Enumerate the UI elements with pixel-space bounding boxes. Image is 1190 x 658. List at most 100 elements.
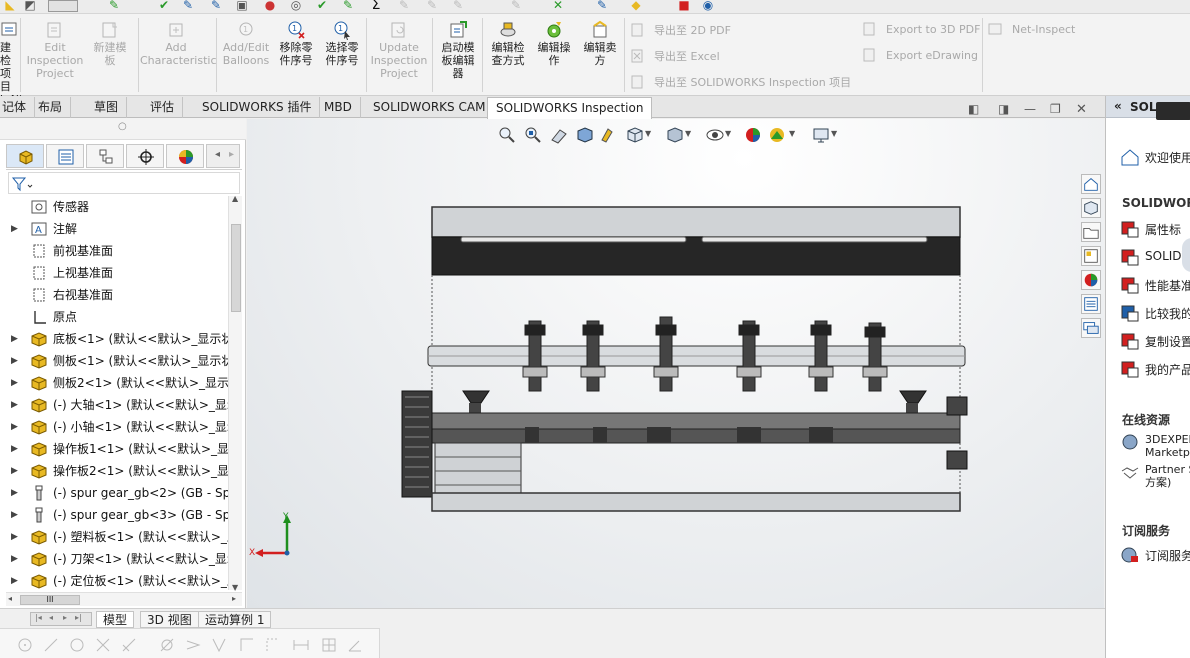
edit-inspection-project-button[interactable]: Edit Inspection Project bbox=[26, 18, 84, 80]
close-icon[interactable]: ✕ bbox=[1076, 102, 1087, 117]
tab-solidworks-addins[interactable]: SOLIDWORKS 插件 bbox=[194, 97, 321, 118]
partial-toolbar-icon[interactable]: ✎ bbox=[508, 0, 524, 12]
expand-arrow-icon[interactable]: ▶ bbox=[11, 416, 18, 438]
expand-arrow-icon[interactable]: ▶ bbox=[11, 218, 18, 240]
tab-3d-views[interactable]: 3D 视图 bbox=[140, 611, 199, 628]
tab-mbd[interactable]: MBD bbox=[316, 97, 361, 118]
mirror-tool-icon[interactable] bbox=[184, 636, 202, 654]
tab-scroll-buttons[interactable]: |◂ ◂ ▸ ▸| bbox=[30, 612, 92, 626]
next-tab-icon[interactable]: ▸ bbox=[63, 613, 67, 622]
first-tab-icon[interactable]: |◂ bbox=[35, 613, 42, 622]
export-3d-pdf-button[interactable]: Export to 3D PDF bbox=[862, 22, 980, 36]
partial-toolbar-icon[interactable]: ◣ bbox=[2, 0, 18, 12]
tab-property-manager[interactable] bbox=[46, 144, 84, 168]
tab-feature-manager[interactable] bbox=[6, 144, 44, 168]
tab-layout[interactable]: 布局 bbox=[30, 97, 72, 118]
dropdown-arrow-icon[interactable]: ▼ bbox=[645, 129, 651, 138]
custom-properties-icon[interactable] bbox=[1081, 294, 1101, 314]
tree-item[interactable]: ▶ (-) 塑料板<1> (默认<<默认>_显 bbox=[0, 526, 240, 548]
partial-toolbar-icon[interactable]: ◉ bbox=[700, 0, 716, 12]
tree-vertical-scrollbar[interactable]: ▲ ▼ bbox=[228, 194, 242, 592]
expand-arrow-icon[interactable]: ▶ bbox=[11, 460, 18, 482]
export-excel-button[interactable]: 导出至 Excel bbox=[630, 48, 720, 64]
export-edrawing-button[interactable]: Export eDrawing bbox=[862, 48, 978, 62]
dropdown-arrow-icon[interactable]: ▼ bbox=[725, 129, 731, 138]
scroll-down-icon[interactable]: ▼ bbox=[232, 583, 238, 592]
display-style-icon[interactable] bbox=[665, 125, 685, 145]
tree-horizontal-scrollbar[interactable]: ◂ III ▸ bbox=[6, 592, 242, 606]
dimension-tool-icon[interactable] bbox=[292, 636, 310, 654]
tab-evaluate[interactable]: 评估 bbox=[142, 97, 184, 118]
partial-toolbar-icon[interactable]: ✎ bbox=[208, 0, 224, 12]
export-2d-pdf-button[interactable]: 导出至 2D PDF bbox=[630, 22, 731, 38]
tree-item[interactable]: 传感器 bbox=[0, 196, 240, 218]
angle-tool-icon[interactable] bbox=[346, 636, 364, 654]
convert-tool-icon[interactable] bbox=[210, 636, 228, 654]
zoom-to-fit-icon[interactable] bbox=[497, 125, 517, 145]
last-tab-icon[interactable]: ▸| bbox=[75, 613, 82, 622]
circle-tool-icon[interactable] bbox=[16, 636, 34, 654]
expand-arrow-icon[interactable]: ▶ bbox=[11, 372, 18, 394]
collapse-pane-icon[interactable]: « bbox=[1114, 99, 1122, 113]
tab-model[interactable]: 模型 bbox=[96, 611, 135, 628]
partial-toolbar-icon[interactable]: ✕ bbox=[550, 0, 566, 12]
prev-tab-icon[interactable]: ◂ bbox=[49, 613, 53, 622]
dropdown-arrow-icon[interactable]: ▼ bbox=[831, 129, 837, 138]
minimize-icon[interactable]: — bbox=[1024, 102, 1036, 116]
scroll-left-icon[interactable]: ◂ bbox=[8, 594, 12, 603]
partial-toolbar-icon[interactable]: ▣ bbox=[234, 0, 250, 12]
panel-splitter[interactable]: ○ bbox=[0, 118, 246, 140]
assembly-model-view[interactable] bbox=[397, 201, 969, 513]
edit-vendor-button[interactable]: 编辑卖 方 bbox=[578, 18, 622, 67]
expand-arrow-icon[interactable]: ▶ bbox=[11, 526, 18, 548]
tab-solidworks-cam[interactable]: SOLIDWORKS CAM bbox=[365, 97, 495, 118]
tree-item[interactable]: ▶ (-) spur gear_gb<3> (GB - Sp bbox=[0, 504, 240, 526]
tree-item[interactable]: ▶ (-) spur gear_gb<2> (GB - Sp bbox=[0, 482, 240, 504]
partial-toolbar-icon[interactable]: ✎ bbox=[450, 0, 466, 12]
expand-arrow-icon[interactable]: ▶ bbox=[11, 548, 18, 570]
add-characteristic-button[interactable]: Add Characteristic bbox=[140, 18, 217, 67]
graphics-area[interactable]: ▼ ▼ ▼ ▼ ▼ Y X bbox=[247, 119, 1104, 608]
pane-scroll-bubble[interactable] bbox=[1182, 238, 1190, 272]
launch-template-editor-button[interactable]: 启动模 板编辑 器 bbox=[436, 18, 480, 80]
slant-line-icon[interactable] bbox=[120, 636, 138, 654]
edit-inspection-method-button[interactable]: 编辑检 查方式 bbox=[486, 18, 530, 67]
restore-icon[interactable]: ❐ bbox=[1050, 102, 1061, 116]
partial-toolbar-icon[interactable]: ✎ bbox=[340, 0, 356, 12]
tree-item[interactable]: ▶ 操作板1<1> (默认<<默认>_显示 bbox=[0, 438, 240, 460]
previous-view-icon[interactable] bbox=[549, 125, 569, 145]
tile-right-icon[interactable]: ◨ bbox=[998, 102, 1009, 116]
update-inspection-project-button[interactable]: Update Inspection Project bbox=[368, 18, 430, 80]
dynamic-annotation-icon[interactable] bbox=[599, 125, 619, 145]
edit-operation-button[interactable]: 编辑操 作 bbox=[532, 18, 576, 67]
expand-arrow-icon[interactable]: ▶ bbox=[11, 328, 18, 350]
zoom-to-area-icon[interactable] bbox=[523, 125, 543, 145]
design-library-icon[interactable] bbox=[1081, 198, 1101, 218]
edit-appearance-icon[interactable] bbox=[743, 125, 763, 145]
view-orientation-icon[interactable] bbox=[625, 125, 645, 145]
panel-tabs-scroll[interactable]: ◂ ▸ bbox=[206, 144, 240, 168]
expand-arrow-icon[interactable]: ▶ bbox=[11, 504, 18, 526]
grid-tool-icon[interactable] bbox=[320, 636, 338, 654]
tree-item[interactable]: ▶ 侧板<1> (默认<<默认>_显示状 bbox=[0, 350, 240, 372]
tree-item[interactable]: ▶ (-) 小轴<1> (默认<<默认>_显示 bbox=[0, 416, 240, 438]
line-tool-icon[interactable] bbox=[42, 636, 60, 654]
expand-arrow-icon[interactable]: ▶ bbox=[11, 482, 18, 504]
partial-toolbar-icon[interactable]: ✎ bbox=[594, 0, 610, 12]
stop-icon[interactable]: ■ bbox=[676, 0, 692, 12]
dropdown-arrow-icon[interactable]: ▼ bbox=[789, 129, 795, 138]
tree-item[interactable]: 上视基准面 bbox=[0, 262, 240, 284]
partial-toolbar-icon[interactable]: ✎ bbox=[180, 0, 196, 12]
tree-item[interactable]: ▶ (-) 刀架<1> (默认<<默认>_显示 bbox=[0, 548, 240, 570]
tab-configuration-manager[interactable] bbox=[86, 144, 124, 168]
corner-tool-icon[interactable] bbox=[238, 636, 256, 654]
dropdown-arrow-icon[interactable]: ▼ bbox=[685, 129, 691, 138]
tree-item[interactable]: ▶ A 注解 bbox=[0, 218, 240, 240]
section-view-icon[interactable] bbox=[575, 125, 595, 145]
tree-item[interactable]: ▶ 侧板2<1> (默认<<默认>_显示状 bbox=[0, 372, 240, 394]
view-settings-icon[interactable] bbox=[811, 125, 831, 145]
offset-tool-icon[interactable] bbox=[158, 636, 176, 654]
partial-toolbar-icon[interactable]: ◆ bbox=[628, 0, 644, 12]
check-icon[interactable]: ✔ bbox=[156, 0, 172, 12]
view-palette-icon[interactable] bbox=[1081, 246, 1101, 266]
